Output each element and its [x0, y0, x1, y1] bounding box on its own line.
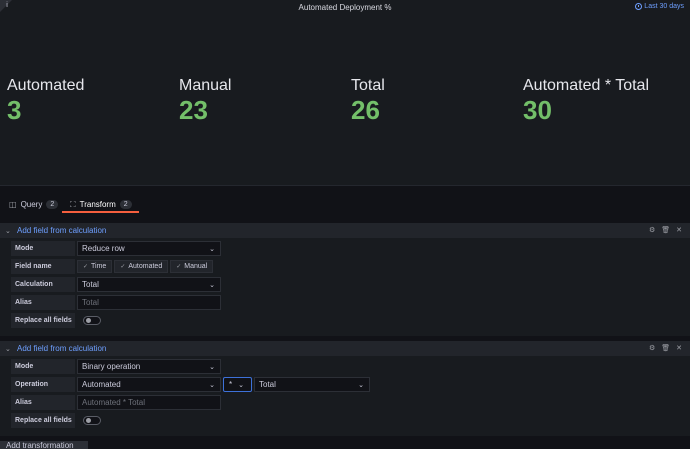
chevron-down-icon: ⌄ [209, 364, 215, 371]
row-mode: Mode Reduce row ⌄ [11, 241, 221, 256]
calculation-label: Calculation [11, 277, 75, 292]
stat-value: 30 [523, 95, 552, 125]
trash-icon[interactable]: 🗑 [661, 226, 670, 234]
mode-select[interactable]: Binary operation ⌄ [77, 359, 221, 374]
transformation-actions: ⚙ 🗑 ✕ [649, 344, 682, 352]
clock-icon [635, 3, 643, 10]
mode-select[interactable]: Reduce row ⌄ [77, 241, 221, 256]
stat-value: 26 [351, 95, 380, 125]
operation-left-value: Automated [82, 380, 121, 389]
operator-value: * [229, 380, 233, 389]
stat-automated: Automated 3 [7, 77, 84, 124]
trash-icon[interactable]: 🗑 [661, 344, 670, 352]
operation-right-value: Total [259, 380, 276, 389]
time-range[interactable]: Last 30 days [635, 3, 684, 10]
transformation-title: Add field from calculation [17, 344, 107, 353]
tab-label: Transform [79, 200, 116, 209]
tab-query[interactable]: ◫ Query 2 [9, 195, 59, 214]
field-name-label: Field name [11, 259, 75, 274]
transformation-actions: ⚙ 🗑 ✕ [649, 226, 682, 234]
operation-left-select[interactable]: Automated ⌄ [77, 377, 221, 392]
transformation-header-2[interactable]: ⌄ Add field from calculation ⚙ 🗑 ✕ [0, 341, 690, 356]
calculation-select[interactable]: Total ⌄ [77, 277, 221, 292]
chevron-down-icon: ⌄ [209, 246, 215, 253]
panel-title[interactable]: Automated Deployment % [0, 3, 690, 12]
row-field-name: Field name ✓ Time ✓ Automated ✓ Manual [11, 259, 214, 274]
replace-label: Replace all fields [11, 413, 75, 428]
transformation-title: Add field from calculation [17, 226, 107, 235]
chevron-down-icon[interactable]: ⌄ [5, 345, 15, 353]
mode-value: Binary operation [82, 362, 141, 371]
debug-icon[interactable]: ⚙ [649, 344, 655, 352]
row-operation: Operation Automated ⌄ * ⌄ Total ⌄ [11, 377, 370, 392]
alias-label: Alias [11, 295, 75, 310]
debug-icon[interactable]: ⚙ [649, 226, 655, 234]
tab-count-badge: 2 [46, 200, 59, 209]
field-chip-manual[interactable]: ✓ Manual [170, 260, 214, 273]
check-icon: ✓ [176, 264, 182, 270]
mode-label: Mode [11, 241, 75, 256]
calculation-value: Total [82, 280, 99, 289]
chevron-down-icon: ⌄ [209, 282, 215, 289]
chip-label: Automated [128, 263, 163, 270]
tab-label: Query [20, 200, 43, 209]
row-calculation: Calculation Total ⌄ [11, 277, 221, 292]
chevron-down-icon: ⌄ [238, 381, 244, 389]
close-icon[interactable]: ✕ [676, 226, 682, 234]
database-icon: ◫ [9, 200, 17, 209]
row-alias: Alias Automated * Total [11, 395, 221, 410]
alias-label: Alias [11, 395, 75, 410]
check-icon: ✓ [83, 264, 89, 270]
replace-label: Replace all fields [11, 313, 75, 328]
row-replace: Replace all fields [11, 413, 101, 428]
row-alias: Alias Total [11, 295, 221, 310]
field-chip-automated[interactable]: ✓ Automated [114, 260, 169, 273]
stat-label: Manual [179, 77, 232, 94]
stat-panel: i Automated Deployment % Last 30 days Au… [0, 0, 690, 186]
stat-automated-total: Automated * Total 30 [523, 77, 649, 124]
replace-all-toggle[interactable] [83, 416, 101, 425]
close-icon[interactable]: ✕ [676, 344, 682, 352]
mode-value: Reduce row [82, 244, 125, 253]
tab-count-badge: 2 [119, 200, 132, 209]
stat-label: Total [351, 77, 385, 94]
add-transformation-button[interactable]: Add transformation [0, 441, 88, 449]
stat-manual: Manual 23 [179, 77, 231, 124]
transform-icon: ⛶ [70, 199, 76, 209]
time-range-label: Last 30 days [644, 3, 684, 10]
transformation-header-1[interactable]: ⌄ Add field from calculation ⚙ 🗑 ✕ [0, 223, 690, 238]
chip-label: Manual [184, 263, 208, 270]
stat-value: 3 [7, 95, 22, 125]
chip-label: Time [91, 263, 107, 270]
stat-label: Automated * Total [523, 77, 650, 94]
operation-right-select[interactable]: Total ⌄ [254, 377, 370, 392]
stat-label: Automated [7, 77, 85, 94]
stat-value: 23 [179, 95, 208, 125]
replace-all-toggle[interactable] [83, 316, 101, 325]
operation-label: Operation [11, 377, 75, 392]
field-chip-time[interactable]: ✓ Time [77, 260, 113, 273]
row-replace: Replace all fields [11, 313, 101, 328]
chevron-down-icon: ⌄ [358, 382, 364, 389]
row-mode: Mode Binary operation ⌄ [11, 359, 221, 374]
alias-input[interactable]: Total [77, 295, 221, 310]
active-tab-indicator [62, 211, 139, 213]
alias-input[interactable]: Automated * Total [77, 395, 221, 410]
stat-total: Total 26 [351, 77, 385, 124]
chevron-down-icon[interactable]: ⌄ [5, 227, 15, 235]
mode-label: Mode [11, 359, 75, 374]
check-icon: ✓ [120, 264, 126, 270]
chevron-down-icon: ⌄ [209, 382, 215, 389]
operator-select[interactable]: * ⌄ [223, 377, 252, 392]
